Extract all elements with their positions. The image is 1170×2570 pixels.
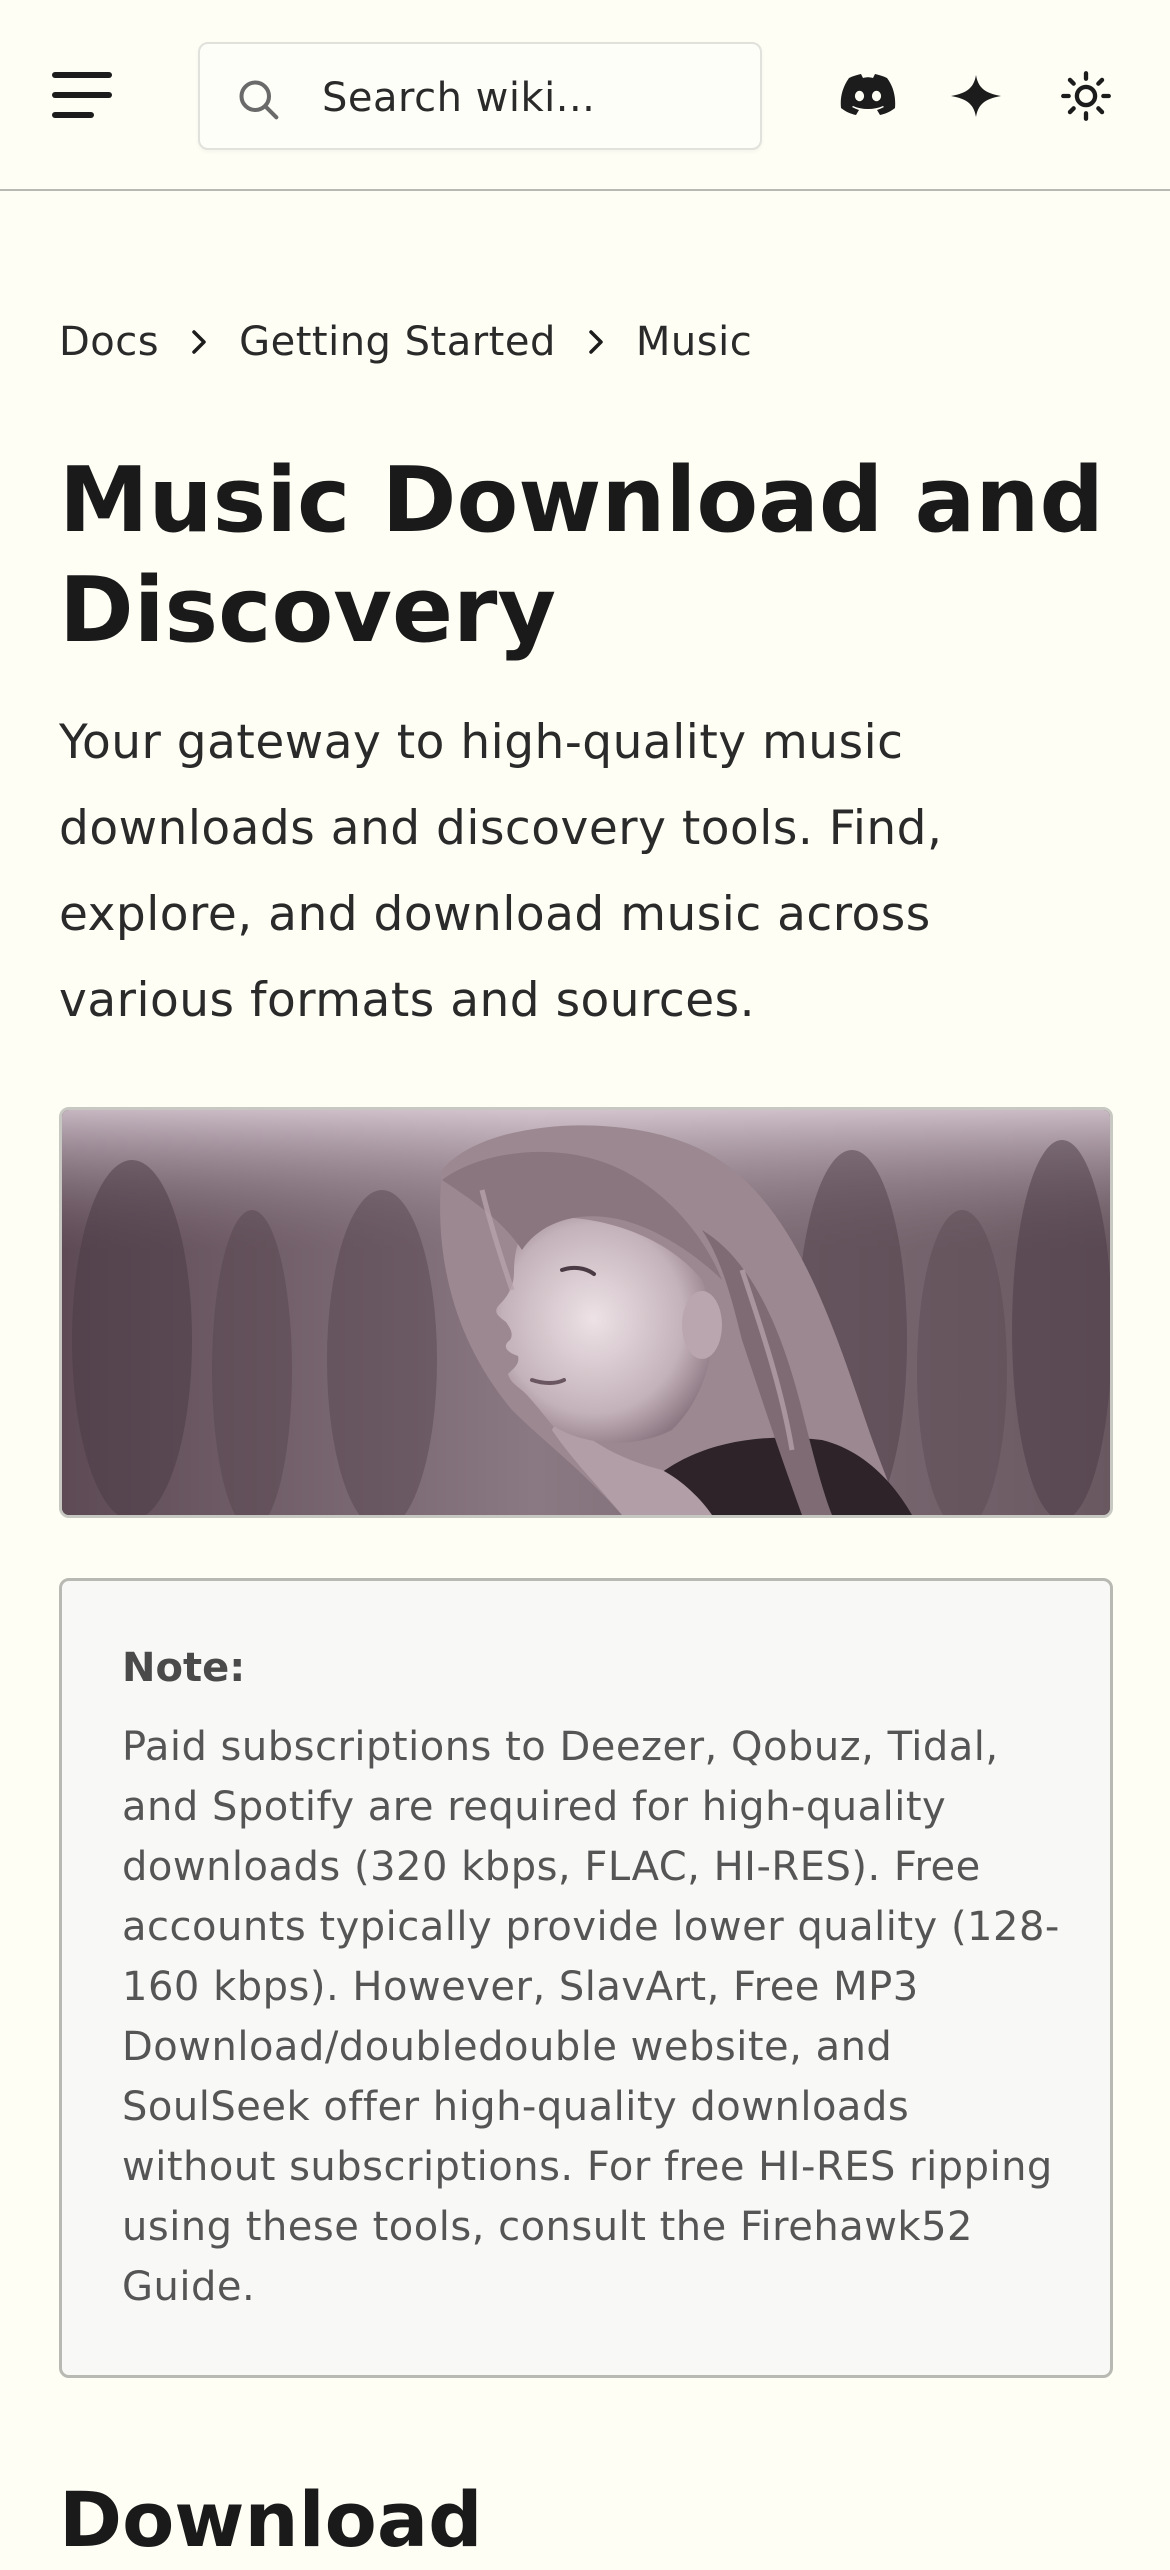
breadcrumb: Docs Getting Started Music [59, 314, 752, 370]
breadcrumb-music[interactable]: Music [636, 319, 752, 365]
search-input[interactable]: Search wiki... [198, 42, 762, 150]
hamburger-menu-icon [52, 72, 112, 78]
section-heading-download: Download [59, 2475, 483, 2564]
note-text: Paid subscriptions to Deezer, Qobuz, Tid… [122, 1724, 1060, 2310]
breadcrumb-docs[interactable]: Docs [59, 319, 159, 365]
sparkle-star-icon [951, 75, 1001, 117]
search-placeholder: Search wiki... [322, 75, 596, 121]
note-callout: Note: Paid subscriptions to Deezer, Qobu… [59, 1578, 1113, 2378]
breadcrumb-getting-started[interactable]: Getting Started [239, 319, 556, 365]
page-intro: Your gateway to high-quality music downl… [59, 715, 943, 1028]
search-icon [239, 80, 279, 120]
menu-button[interactable] [52, 70, 116, 120]
page-title: Music Download and Discovery [59, 448, 1104, 663]
discord-icon [840, 74, 896, 115]
discord-button[interactable] [838, 66, 898, 126]
sun-theme-icon [1061, 71, 1111, 121]
note-label: Note: [122, 1645, 246, 1691]
theme-toggle-button[interactable] [1056, 66, 1116, 126]
hamburger-line [52, 92, 112, 98]
chevron-right-icon [159, 327, 239, 357]
chevron-right-icon [556, 327, 636, 357]
hero-banner-image [59, 1107, 1113, 1518]
sparkle-button[interactable] [946, 66, 1006, 126]
top-header: Search wiki... [0, 0, 1170, 191]
hamburger-line [52, 112, 94, 118]
